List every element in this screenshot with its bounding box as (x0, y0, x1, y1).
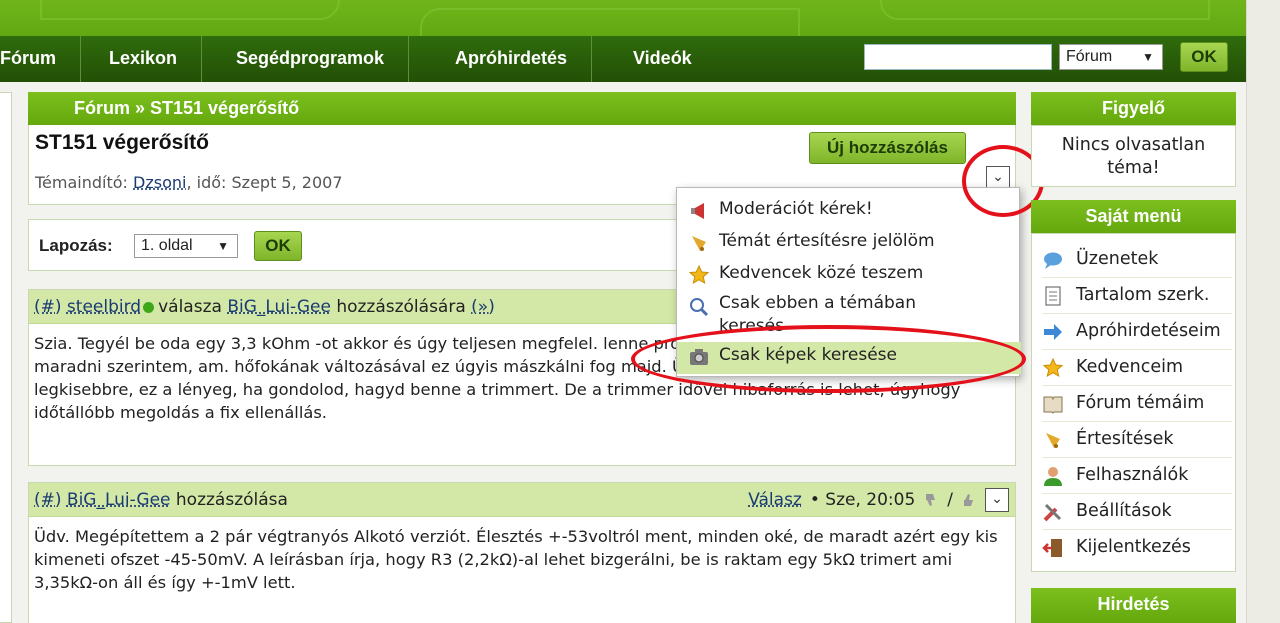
menu-item-label: Csak ebben a témában keresés (719, 293, 916, 336)
star-icon (1042, 357, 1064, 378)
sidebar-item-label: Tartalom szerk. (1076, 285, 1210, 305)
search-scope-value: Fórum (1066, 48, 1113, 65)
megaphone-icon (691, 203, 704, 219)
topic-starter-label: Témaindító: (35, 173, 128, 192)
user-icon (1044, 467, 1062, 486)
arrow-right-icon (1044, 324, 1062, 340)
sidebar-item-my-ads[interactable]: Apróhirdetéseim (1042, 314, 1232, 350)
site-banner (0, 0, 1246, 48)
menu-item-label: Kedvencek közé teszem (719, 263, 924, 283)
paging-label: Lapozás: (39, 236, 113, 255)
sidebar-ads-header: Hirdetés (1031, 588, 1236, 623)
menu-item-search-images[interactable]: Csak képek keresése (677, 342, 1021, 374)
tools-icon (1043, 503, 1062, 522)
sidebar-item-label: Üzenetek (1076, 249, 1159, 269)
book-icon (1043, 396, 1063, 414)
thumbs-up-icon[interactable] (961, 492, 977, 508)
new-post-button[interactable]: Új hozzászólás (809, 132, 966, 164)
reply-source-link[interactable]: (») (471, 297, 495, 317)
page-side-decoration (1246, 0, 1280, 623)
search-icon (690, 298, 709, 317)
online-status-icon (143, 301, 155, 313)
search-scope-select[interactable]: Fórum ▼ (1059, 44, 1163, 70)
post-reply-text: válasza (158, 297, 222, 317)
post: (#) BiG_Lui-Gee hozzászólása Válasz • Sz… (28, 482, 1016, 623)
search-input[interactable] (864, 44, 1052, 70)
topic-starter-link[interactable]: Dzsoni (133, 173, 186, 192)
sidebar-item-label: Felhasználók (1076, 465, 1189, 485)
menu-item-search-topic[interactable]: Csak ebben a témában keresés (677, 292, 1021, 336)
left-panel-edge (0, 92, 12, 623)
exit-door-icon (1042, 539, 1062, 557)
sidebar-menu-box: Üzenetek Tartalom szerk. Apróhirdetéseim… (1031, 233, 1236, 572)
post-author-link[interactable]: steelbird (67, 297, 141, 317)
reply-link[interactable]: Válasz (748, 483, 802, 517)
star-icon (688, 264, 710, 285)
nav-aprohirdetes[interactable]: Apróhirdetés (431, 36, 593, 82)
sidebar-watch-header: Figyelő (1031, 92, 1236, 125)
sidebar-watch-text: Nincs olvasatlan téma! (1061, 135, 1206, 178)
menu-item-label: Moderációt kérek! (719, 199, 873, 219)
post-reply-suffix: hozzászólására (336, 297, 466, 317)
thumbs-down-icon[interactable] (923, 492, 939, 508)
menu-item-notify[interactable]: Témát értesítésre jelölöm (677, 228, 1021, 260)
chevron-down-icon: ⌄ (991, 491, 1003, 507)
paging-ok-button[interactable]: OK (254, 231, 302, 261)
post-author-link[interactable]: BiG_Lui-Gee (67, 490, 171, 510)
nav-forum[interactable]: Fórum (0, 36, 81, 82)
sidebar-item-label: Kijelentkezés (1076, 537, 1191, 557)
sidebar-item-favorites[interactable]: Kedvenceim (1042, 350, 1232, 386)
post-permalink[interactable]: (#) (34, 490, 62, 510)
sidebar-item-label: Apróhirdetéseim (1076, 321, 1221, 341)
document-icon (1045, 286, 1061, 306)
breadcrumb[interactable]: Fórum » ST151 végerősítő (28, 92, 1016, 125)
topic-date: , idő: Szept 5, 2007 (186, 173, 343, 192)
bell-icon (692, 236, 706, 251)
menu-item-favorite[interactable]: Kedvencek közé teszem (677, 260, 1021, 292)
sidebar-item-settings[interactable]: Beállítások (1042, 494, 1232, 530)
post-header: (#) BiG_Lui-Gee hozzászólása Válasz • Sz… (29, 483, 1015, 517)
search-ok-button[interactable]: OK (1180, 42, 1228, 72)
post-actions: Válasz • Sze, 20:05 / ⌄ (748, 483, 1009, 517)
sidebar-item-label: Beállítások (1076, 501, 1172, 521)
sidebar-item-forum-topics[interactable]: Fórum témáim (1042, 386, 1232, 422)
post-reply-suffix: hozzászólása (175, 490, 288, 510)
chevron-down-icon: ▼ (1142, 50, 1154, 64)
post-permalink[interactable]: (#) (34, 297, 62, 317)
sidebar-item-users[interactable]: Felhasználók (1042, 458, 1232, 494)
post-body: Üdv. Megépítettem a 2 pár végtranyós Alk… (34, 527, 998, 592)
chevron-down-icon: ⌄ (992, 169, 1004, 185)
menu-item-label: Témát értesítésre jelölöm (719, 231, 935, 251)
menu-item-moderation[interactable]: Moderációt kérek! (677, 196, 1021, 228)
camera-icon (690, 349, 708, 365)
sidebar-item-notifications[interactable]: Értesítések (1042, 422, 1232, 458)
nav-lexikon[interactable]: Lexikon (85, 36, 203, 82)
sidebar-item-logout[interactable]: Kijelentkezés (1042, 530, 1232, 566)
vote-separator: / (947, 490, 953, 510)
post-time: • Sze, 20:05 (809, 490, 916, 510)
page-select-value: 1. oldal (141, 237, 193, 254)
sidebar-item-label: Értesítések (1076, 429, 1174, 449)
page-title: ST151 végerősítő (35, 131, 209, 154)
sidebar-menu-header: Saját menü (1031, 200, 1236, 233)
topic-meta: Témaindító: Dzsoni, idő: Szept 5, 2007 (35, 173, 343, 192)
chevron-down-icon: ▼ (217, 239, 229, 253)
menu-item-label: Csak képek keresése (719, 345, 897, 365)
bell-icon (1046, 433, 1060, 448)
topic-actions-dropdown: Moderációt kérek! Témát értesítésre jelö… (676, 187, 1021, 377)
speech-bubble-icon (1044, 252, 1062, 269)
post-menu-toggle[interactable]: ⌄ (985, 488, 1009, 512)
nav-videok[interactable]: Videók (609, 36, 716, 82)
sidebar-watch-box: Nincs olvasatlan téma! (1031, 125, 1236, 187)
main-navbar: Fórum Lexikon Segédprogramok Apróhirdeté… (0, 36, 1246, 82)
sidebar-item-label: Kedvenceim (1076, 357, 1183, 377)
reply-to-author-link[interactable]: BiG_Lui-Gee (227, 297, 331, 317)
page-select[interactable]: 1. oldal ▼ (134, 234, 238, 258)
sidebar-item-content-edit[interactable]: Tartalom szerk. (1042, 278, 1232, 314)
sidebar-item-messages[interactable]: Üzenetek (1042, 242, 1232, 278)
nav-segedprogramok[interactable]: Segédprogramok (212, 36, 410, 82)
sidebar-item-label: Fórum témáim (1076, 393, 1205, 413)
